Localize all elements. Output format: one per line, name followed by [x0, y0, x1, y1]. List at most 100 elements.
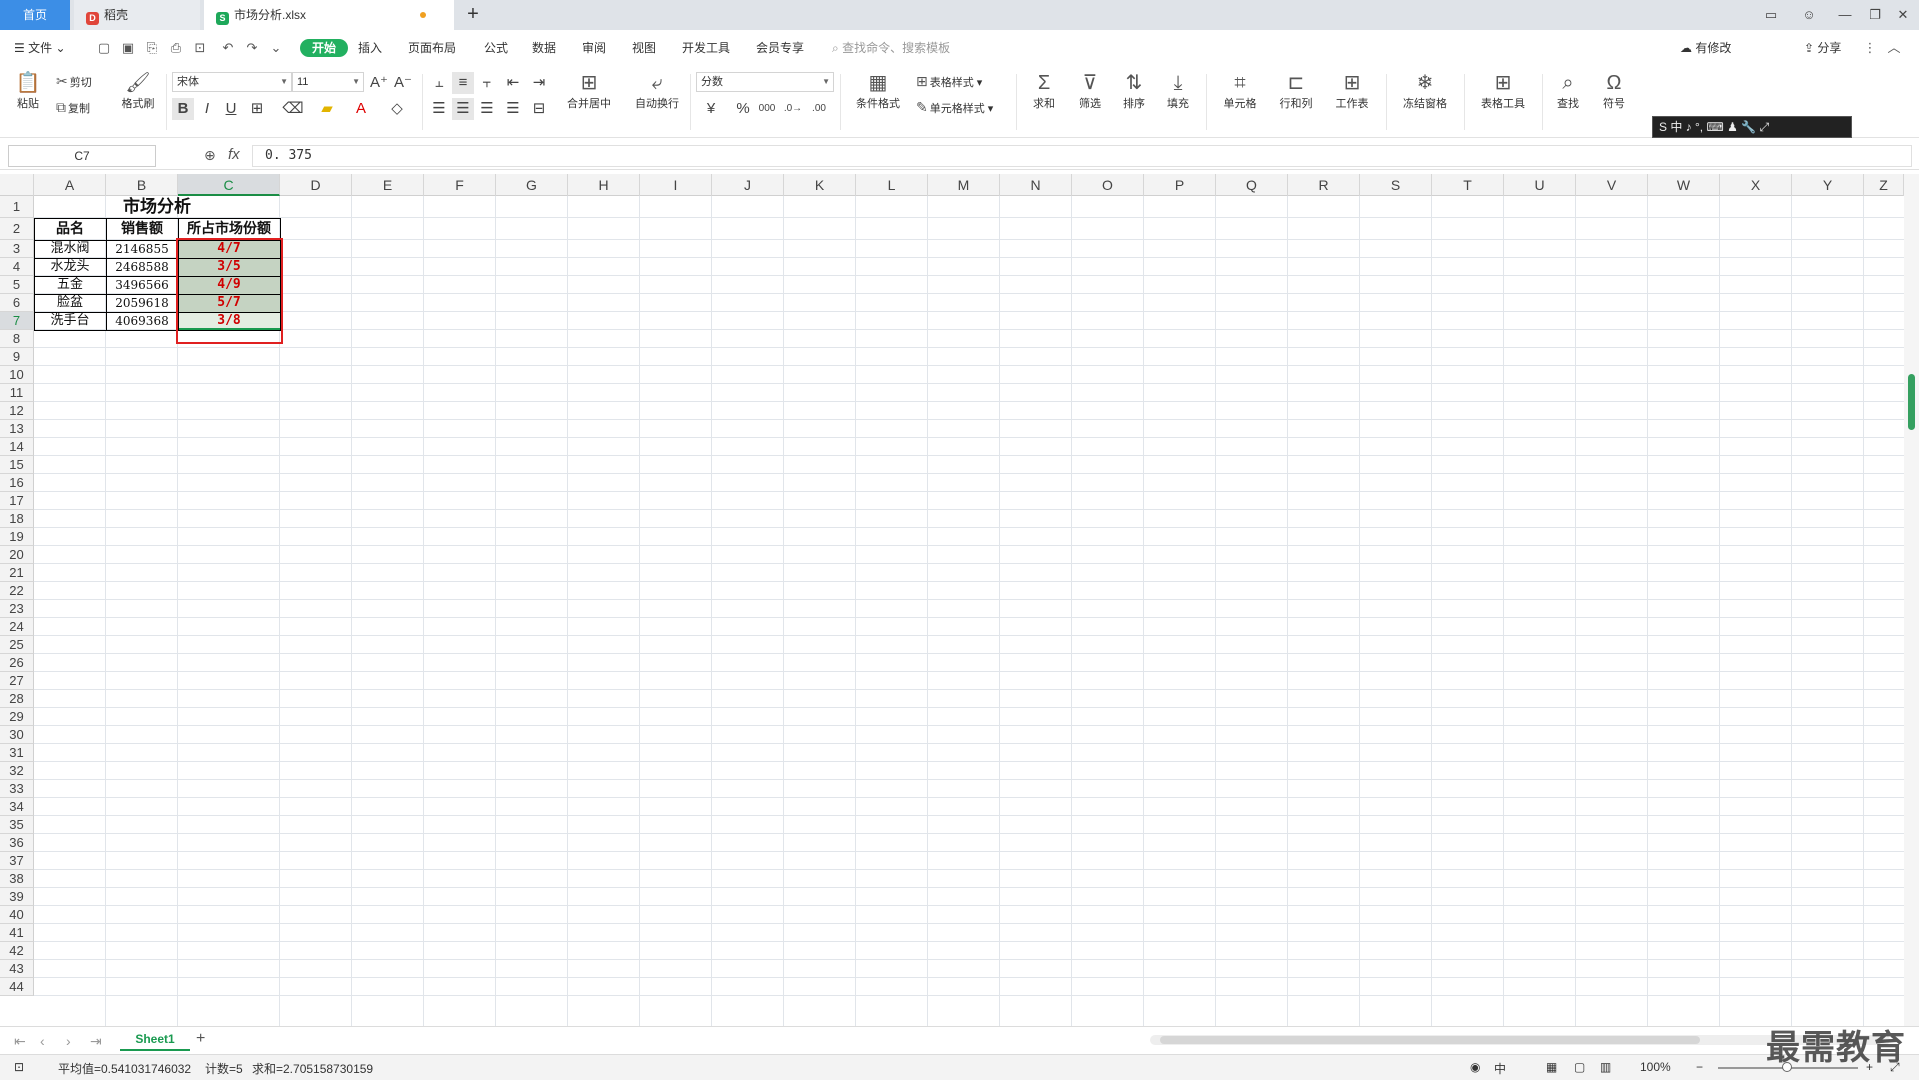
- align-bottom-icon[interactable]: ⫟: [476, 72, 498, 94]
- cell-style-button[interactable]: ✎ 单元格样式 ▾: [916, 98, 993, 118]
- table-style-button[interactable]: ⊞ 表格样式 ▾: [916, 72, 982, 92]
- row-header-21[interactable]: 21: [0, 564, 34, 582]
- preview-icon[interactable]: ⊡: [192, 40, 208, 56]
- save-icon[interactable]: ▣: [120, 40, 136, 56]
- underline-icon[interactable]: U: [220, 98, 242, 120]
- italic-icon[interactable]: I: [196, 98, 218, 120]
- ime-toolbar[interactable]: S 中 ♪ °, ⌨ ♟ 🔧 ⤢: [1652, 116, 1852, 138]
- column-header-x[interactable]: X: [1720, 174, 1792, 196]
- input-method-icon[interactable]: 中: [1494, 1060, 1506, 1077]
- print-icon[interactable]: ⎙: [168, 40, 184, 56]
- row-header-34[interactable]: 34: [0, 798, 34, 816]
- font-color-icon[interactable]: A: [350, 98, 372, 120]
- column-header-k[interactable]: K: [784, 174, 856, 196]
- align-center-icon[interactable]: ☰: [452, 98, 474, 120]
- spreadsheet-grid[interactable]: ABCDEFGHIJKLMNOPQRSTUVWXYZ 1 2 3 4 5 6 7 8 9 10 11…: [0, 174, 1904, 1026]
- menu-insert[interactable]: 插入: [358, 39, 382, 57]
- align-top-icon[interactable]: ⫠: [428, 72, 450, 94]
- row-col-button[interactable]: ⊏ 行和列: [1270, 70, 1322, 112]
- copy-button[interactable]: ⧉ 复制: [56, 98, 90, 118]
- format-painter-button[interactable]: 🖌 格式刷: [116, 70, 160, 112]
- prev-sheet-icon[interactable]: ‹: [40, 1033, 45, 1049]
- row-header-2[interactable]: 2: [0, 218, 34, 240]
- justify-icon[interactable]: ☰: [502, 98, 524, 120]
- tab-docer[interactable]: D 稻壳: [74, 0, 200, 30]
- column-header-y[interactable]: Y: [1792, 174, 1864, 196]
- export-icon[interactable]: ⎘: [144, 40, 160, 56]
- row-header-31[interactable]: 31: [0, 744, 34, 762]
- row-header-42[interactable]: 42: [0, 942, 34, 960]
- sales-cell[interactable]: 3496566: [106, 276, 178, 294]
- menu-page-layout[interactable]: 页面布局: [408, 39, 456, 57]
- row-header-35[interactable]: 35: [0, 816, 34, 834]
- filter-button[interactable]: ⊽ 筛选: [1070, 70, 1110, 112]
- window-layout-icon[interactable]: ▭: [1762, 6, 1780, 24]
- undo-icon[interactable]: ↶: [220, 40, 236, 56]
- last-sheet-icon[interactable]: ⇥: [90, 1033, 102, 1050]
- table-title[interactable]: 市场分析: [34, 196, 280, 218]
- bold-icon[interactable]: B: [172, 98, 194, 120]
- row-header-26[interactable]: 26: [0, 654, 34, 672]
- table-tools-button[interactable]: ⊞ 表格工具: [1472, 70, 1534, 112]
- page-break-view-icon[interactable]: ▥: [1600, 1060, 1611, 1074]
- fx-icon[interactable]: fx: [228, 146, 240, 163]
- worksheet-button[interactable]: ⊞ 工作表: [1326, 70, 1378, 112]
- align-right-icon[interactable]: ☰: [476, 98, 498, 120]
- macro-icon[interactable]: ⊡: [14, 1060, 24, 1074]
- wrap-text-button[interactable]: ⤶ 自动换行: [628, 70, 686, 112]
- row-header-3[interactable]: 3: [0, 240, 34, 258]
- column-header-j[interactable]: J: [712, 174, 784, 196]
- column-header-m[interactable]: M: [928, 174, 1000, 196]
- header-product[interactable]: 品名: [34, 218, 106, 240]
- cell-button[interactable]: ⌗ 单元格: [1214, 70, 1266, 112]
- minimize-icon[interactable]: —: [1836, 6, 1854, 24]
- next-sheet-icon[interactable]: ›: [66, 1033, 71, 1049]
- row-header-44[interactable]: 44: [0, 978, 34, 996]
- freeze-panes-button[interactable]: ❄ 冻结窗格: [1394, 70, 1456, 112]
- horizontal-scroll-thumb[interactable]: [1160, 1036, 1700, 1044]
- row-header-25[interactable]: 25: [0, 636, 34, 654]
- product-cell[interactable]: 五金: [34, 276, 106, 294]
- row-header-28[interactable]: 28: [0, 690, 34, 708]
- vertical-scroll-thumb[interactable]: [1908, 374, 1915, 430]
- new-tab-plus-icon[interactable]: +: [462, 4, 484, 26]
- row-header-13[interactable]: 13: [0, 420, 34, 438]
- symbol-button[interactable]: Ω 符号: [1594, 70, 1634, 112]
- sum-button[interactable]: Σ 求和: [1024, 70, 1064, 112]
- indent-decrease-icon[interactable]: ⇤: [502, 72, 524, 94]
- column-header-t[interactable]: T: [1432, 174, 1504, 196]
- menu-home[interactable]: 开始: [300, 39, 349, 57]
- sort-button[interactable]: ⇅ 排序: [1114, 70, 1154, 112]
- sales-cell[interactable]: 4069368: [106, 312, 178, 330]
- clear-icon[interactable]: ◇: [386, 98, 408, 120]
- row-header-4[interactable]: 4: [0, 258, 34, 276]
- close-icon[interactable]: ✕: [1894, 6, 1912, 24]
- distribute-icon[interactable]: ⊟: [528, 98, 550, 120]
- customize-icon[interactable]: ⌄: [268, 40, 284, 56]
- row-header-17[interactable]: 17: [0, 492, 34, 510]
- row-header-1[interactable]: 1: [0, 196, 34, 218]
- column-header-z[interactable]: Z: [1864, 174, 1904, 196]
- add-sheet-plus-icon[interactable]: +: [196, 1030, 205, 1048]
- row-header-14[interactable]: 14: [0, 438, 34, 456]
- thousands-icon[interactable]: 000: [756, 98, 778, 120]
- menu-formula[interactable]: 公式: [484, 39, 508, 57]
- row-header-36[interactable]: 36: [0, 834, 34, 852]
- row-header-16[interactable]: 16: [0, 474, 34, 492]
- row-header-39[interactable]: 39: [0, 888, 34, 906]
- menu-view[interactable]: 视图: [632, 39, 656, 57]
- row-header-30[interactable]: 30: [0, 726, 34, 744]
- menu-member[interactable]: 会员专享: [756, 39, 804, 57]
- currency-icon[interactable]: ¥: [700, 98, 722, 120]
- column-header-v[interactable]: V: [1576, 174, 1648, 196]
- column-header-l[interactable]: L: [856, 174, 928, 196]
- row-header-12[interactable]: 12: [0, 402, 34, 420]
- column-header-o[interactable]: O: [1072, 174, 1144, 196]
- row-header-43[interactable]: 43: [0, 960, 34, 978]
- align-middle-icon[interactable]: ≡: [452, 72, 474, 94]
- tab-home[interactable]: 首页: [0, 0, 70, 30]
- column-header-c[interactable]: C: [178, 174, 280, 196]
- row-header-9[interactable]: 9: [0, 348, 34, 366]
- normal-view-icon[interactable]: ▦: [1546, 1060, 1557, 1074]
- formula-input[interactable]: 0. 375: [252, 145, 1912, 167]
